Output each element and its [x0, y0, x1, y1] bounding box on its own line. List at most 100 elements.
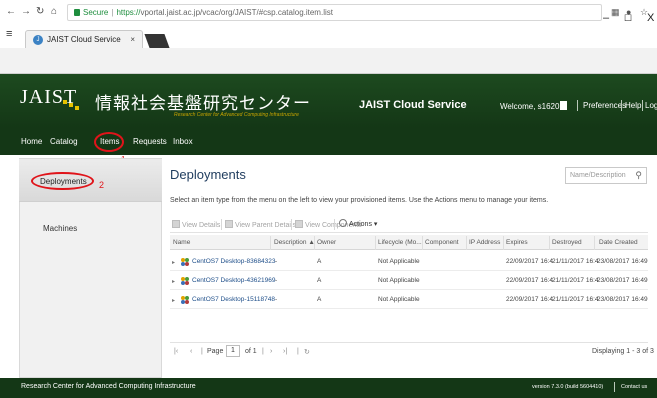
row-owner: A: [317, 277, 322, 284]
column-divider: [270, 236, 271, 250]
footer-org-name: Research Center for Advanced Computing I…: [21, 383, 196, 390]
actions-menu-button[interactable]: Actions ▾: [339, 219, 377, 228]
view-parent-details-label: View Parent Details: [235, 222, 296, 229]
back-icon[interactable]: ←: [6, 6, 16, 17]
search-input[interactable]: Name/Description ⚲: [565, 167, 647, 184]
row-description: -: [275, 258, 278, 265]
secure-label: Secure: [83, 8, 109, 17]
tab-title: JAIST Cloud Service: [47, 35, 121, 44]
vm-deployment-icon: [181, 258, 189, 266]
row-date-created: 23/08/2017 16:49: [597, 277, 648, 284]
row-name[interactable]: CentOS7 Desktop-15118748: [192, 296, 275, 303]
left-panel-item-machines[interactable]: Machines: [43, 224, 77, 233]
column-header-owner[interactable]: Owner: [317, 239, 336, 246]
view-components-icon: [295, 220, 303, 228]
browser-tab[interactable]: J JAIST Cloud Service ×: [25, 30, 143, 48]
toolbar-divider: [291, 219, 292, 230]
column-header-component[interactable]: Component: [425, 239, 459, 246]
last-page-icon[interactable]: ›|: [283, 348, 287, 355]
vm-deployment-icon: [181, 296, 189, 304]
nav-home[interactable]: Home: [21, 137, 42, 146]
preferences-link[interactable]: Preferences: [583, 101, 626, 110]
page-label: Page: [207, 348, 224, 355]
footer-version: version 7.3.0 (build 5604410): [532, 384, 604, 390]
view-details-icon: [172, 220, 180, 228]
home-icon[interactable]: ⌂: [51, 6, 57, 17]
row-date-created: 23/08/2017 16:49: [597, 258, 648, 265]
column-divider: [549, 236, 550, 250]
url-path: vportal.jaist.ac.jp/vcac/org/JAIST/#csp.…: [140, 8, 333, 17]
window-minimize-button[interactable]: –: [603, 12, 609, 24]
url-scheme: https://: [116, 8, 141, 17]
row-description: -: [275, 296, 278, 303]
divider: [577, 100, 578, 111]
forward-icon[interactable]: →: [21, 6, 31, 17]
help-link[interactable]: Help: [625, 101, 641, 110]
divider: |: [297, 348, 299, 355]
view-parent-details-button[interactable]: View Parent Details: [225, 220, 296, 229]
redacted-username: [560, 101, 568, 110]
extension-icon[interactable]: ▦: [611, 7, 620, 18]
welcome-user: Welcome, s1620: [500, 102, 560, 111]
search-icon[interactable]: ⚲: [635, 168, 642, 183]
row-lifecycle: Not Applicable: [378, 277, 420, 284]
page-description: Select an item type from the menu on the…: [170, 197, 549, 204]
prev-page-icon[interactable]: ‹: [190, 348, 192, 355]
page-number-input[interactable]: 1: [226, 345, 240, 357]
window-close-button[interactable]: X: [647, 12, 654, 24]
row-owner: A: [317, 258, 322, 265]
row-lifecycle: Not Applicable: [378, 296, 420, 303]
row-expires: 22/09/2017 16:4: [506, 277, 553, 284]
tab-favicon-icon: J: [33, 35, 43, 45]
expand-row-icon[interactable]: ▸: [172, 278, 175, 285]
displaying-count: Displaying 1 - 3 of 3: [592, 348, 654, 355]
column-divider: [466, 236, 467, 250]
column-header-expires[interactable]: Expires: [506, 239, 528, 246]
toolbar-divider: [221, 219, 222, 230]
tab-close-icon[interactable]: ×: [130, 31, 135, 48]
divider: |: [201, 348, 203, 355]
view-details-label: View Details: [182, 222, 221, 229]
nav-inbox[interactable]: Inbox: [173, 137, 193, 146]
row-destroyed: 21/11/2017 16:4: [552, 258, 599, 265]
column-header-name[interactable]: Name: [173, 239, 190, 246]
divider: [621, 100, 622, 111]
url-input[interactable]: Secure | https://vportal.jaist.ac.jp/vcac/…: [67, 4, 602, 21]
first-page-icon[interactable]: |‹: [174, 348, 178, 355]
nav-requests[interactable]: Requests: [133, 137, 167, 146]
logo-dots-icon: [63, 100, 81, 110]
column-header-destroyed[interactable]: Destroyed: [552, 239, 582, 246]
expand-row-icon[interactable]: ▸: [172, 297, 175, 304]
row-owner: A: [317, 296, 322, 303]
contact-us-link[interactable]: Contact us: [621, 384, 647, 390]
logo-subtitle: Research Center for Advanced Computing I…: [174, 112, 299, 118]
reload-icon[interactable]: ↻: [36, 6, 44, 17]
annotation-circle-items: [94, 132, 124, 152]
refresh-icon[interactable]: ↻: [304, 348, 310, 356]
row-destroyed: 21/11/2017 16:4: [552, 277, 599, 284]
view-details-button[interactable]: View Details: [172, 220, 220, 229]
actions-label: Actions ▾: [349, 221, 378, 228]
expand-row-icon[interactable]: ▸: [172, 259, 175, 266]
tab-menu-icon[interactable]: ≡: [6, 27, 16, 41]
row-destroyed: 21/11/2017 16:4: [552, 296, 599, 303]
row-description: -: [275, 277, 278, 284]
column-header-ip-address[interactable]: IP Address: [469, 239, 500, 246]
row-name[interactable]: CentOS7 Desktop-43621969: [192, 277, 275, 284]
column-header-lifecycle[interactable]: Lifecycle (Mo...: [378, 239, 422, 246]
divider: [614, 382, 615, 392]
bookmark-star-icon[interactable]: ☆: [640, 7, 648, 18]
annotation-circle-deployments: [31, 172, 94, 190]
column-header-description[interactable]: Description ▲: [274, 239, 315, 246]
vm-deployment-icon: [181, 277, 189, 285]
column-header-date-created[interactable]: Date Created: [599, 239, 638, 246]
toolbar-divider: [334, 219, 335, 230]
column-divider: [314, 236, 315, 250]
column-divider: [422, 236, 423, 250]
account-icon[interactable]: ●: [626, 7, 631, 17]
logout-link[interactable]: Logout: [645, 101, 657, 110]
next-page-icon[interactable]: ›: [270, 348, 272, 355]
nav-catalog[interactable]: Catalog: [50, 137, 78, 146]
logo-japanese: 情報社会基盤研究センター: [95, 94, 311, 113]
row-name[interactable]: CentOS7 Desktop-83684323: [192, 258, 275, 265]
